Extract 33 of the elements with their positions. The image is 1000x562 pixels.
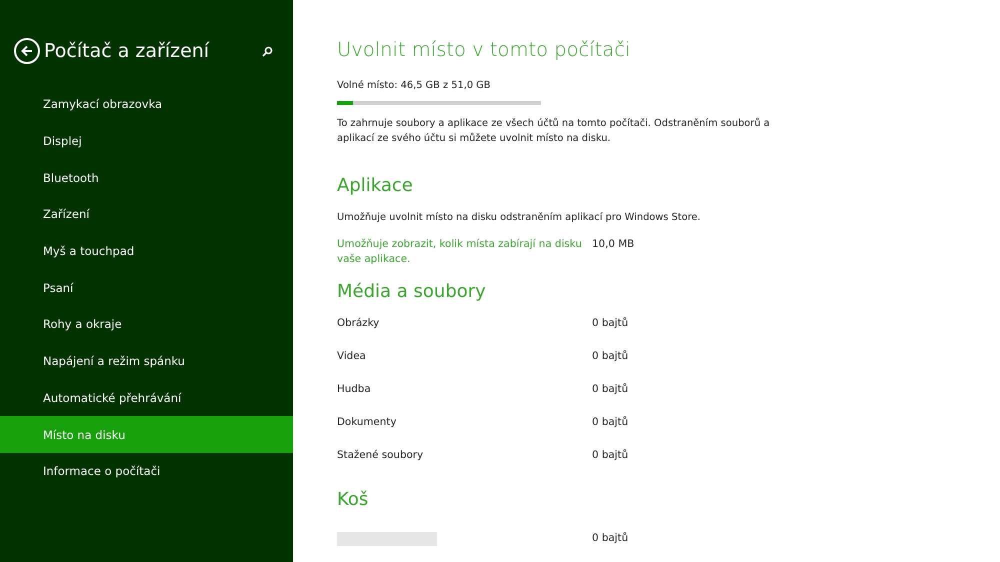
page-title: Počítač a zařízení bbox=[44, 40, 210, 62]
search-icon[interactable] bbox=[262, 46, 273, 56]
sidebar-item[interactable]: Zařízení bbox=[0, 196, 293, 233]
category-label: Obrázky bbox=[337, 316, 380, 331]
apps-description: Umožňuje uvolnit místo na disku odstraněním aplikací pro Windows Store. bbox=[337, 211, 702, 225]
size-value: 0 bajtů bbox=[592, 316, 628, 331]
sidebar-item[interactable]: Zamykací obrazovka bbox=[0, 86, 293, 123]
size-value: 0 bajtů bbox=[592, 531, 628, 546]
category-label: Dokumenty bbox=[337, 415, 398, 430]
sidebar-item[interactable]: Myš a touchpad bbox=[0, 232, 293, 270]
category-label: Hudba bbox=[337, 382, 372, 397]
section-title: Uvolnit místo v tomto počítači bbox=[337, 38, 632, 61]
sidebar-item[interactable]: Napájení a režim spánku bbox=[0, 342, 293, 380]
size-value: 0 bajtů bbox=[592, 448, 628, 463]
size-value: 0 bajtů bbox=[592, 349, 628, 364]
sidebar-item[interactable]: Bluetooth bbox=[0, 159, 293, 196]
free-space-label: Volné místo: 46,5 GB z 51,0 GB bbox=[337, 79, 492, 93]
left-arrow-icon bbox=[20, 44, 34, 58]
category-label: Videa bbox=[337, 349, 367, 364]
size-value: 0 bajtů bbox=[592, 382, 628, 397]
sidebar-item[interactable]: Psaní bbox=[0, 269, 293, 306]
sidebar-item[interactable]: Displej bbox=[0, 122, 293, 160]
section-heading: Koš bbox=[337, 489, 370, 510]
size-value: 0 bajtů bbox=[592, 415, 628, 430]
sidebar-item[interactable]: Informace o počítači bbox=[0, 452, 293, 490]
section-heading: Aplikace bbox=[337, 175, 414, 196]
section-heading: Média a soubory bbox=[337, 281, 487, 302]
sidebar-item[interactable]: Automatické přehrávání bbox=[0, 380, 293, 416]
size-value: 10,0 MB bbox=[592, 237, 634, 252]
category-label: Stažené soubory bbox=[337, 448, 424, 463]
description: To zahrnuje soubory a aplikace ze všech účtů na tomto počítači. Odstraněním souborů a aplikací ze svého účtu si můžete uvolnit místo na disku. bbox=[337, 116, 771, 146]
back-button[interactable] bbox=[14, 38, 40, 64]
sidebar-item[interactable]: Rohy a okraje bbox=[0, 306, 293, 343]
